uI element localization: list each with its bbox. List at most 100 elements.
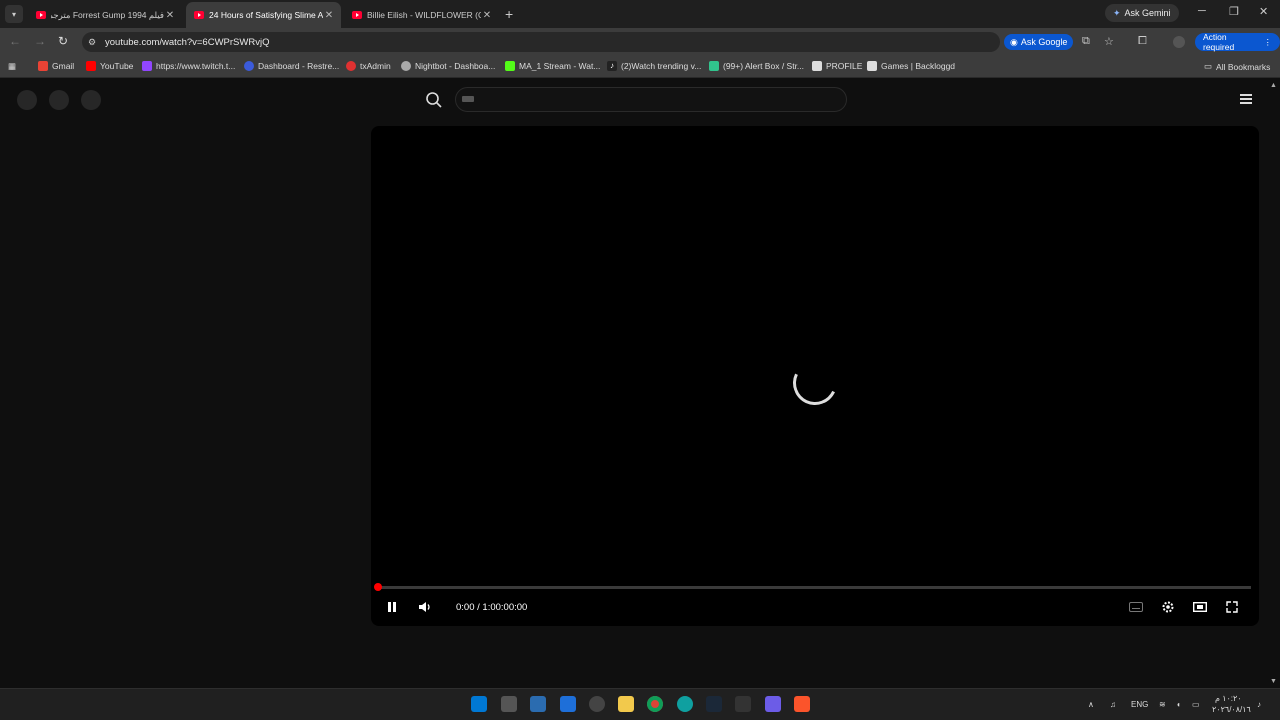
pause-button[interactable] — [384, 599, 400, 615]
bookmark-label: Games | Backloggd — [881, 61, 956, 71]
bookmark-streamlabs[interactable]: (99+) Alert Box / Str... — [709, 61, 804, 71]
ask-gemini-label: Ask Gemini — [1124, 8, 1171, 18]
bookmark-label: Gmail — [52, 61, 75, 71]
bookmarks-bar: ▦ Gmail YouTube https://www.twitch.t... … — [0, 56, 1280, 78]
theater-icon — [1193, 602, 1207, 612]
task-view-icon[interactable] — [501, 696, 517, 712]
fullscreen-button[interactable] — [1224, 599, 1240, 615]
tab-billie-eilish[interactable]: Billie Eilish - WILDFLOWER (Official ✕ — [344, 2, 499, 28]
tray-chevron-up-icon[interactable]: ∧ — [1088, 700, 1094, 709]
all-bookmarks[interactable]: ▭ All Bookmarks — [1204, 61, 1270, 72]
back-icon[interactable]: ← — [9, 34, 21, 48]
new-tab-button[interactable]: + — [505, 6, 513, 22]
pause-icon — [388, 602, 396, 612]
chrome-icon[interactable] — [647, 696, 663, 712]
wifi-icon[interactable]: ≋ — [1159, 700, 1166, 709]
youtube-favicon-icon — [194, 11, 204, 19]
minimize-icon[interactable]: ─ — [1198, 5, 1206, 17]
tab-search-button[interactable]: ▾ — [5, 5, 23, 23]
tab-forrest-gump[interactable]: فيلم Forrest Gump 1994 مترجم ✕ — [28, 2, 182, 28]
subtitles-button[interactable] — [1128, 599, 1144, 615]
search-input[interactable] — [455, 87, 847, 112]
notification-bell-icon[interactable]: ♪ — [1257, 700, 1261, 709]
reload-icon[interactable]: ↻ — [58, 34, 68, 48]
volume-icon — [419, 602, 430, 612]
time-display: 0:00 / 1:00:00:00 — [456, 602, 528, 613]
input-language[interactable]: ENG — [1131, 700, 1148, 709]
microphone-icon[interactable]: ♫ — [1110, 700, 1116, 709]
gear-icon — [1162, 601, 1174, 613]
cast-icon[interactable]: ⧉ — [1082, 35, 1090, 48]
extensions-icon[interactable]: ⧠ — [1138, 35, 1147, 48]
action-required-button[interactable]: Action required ⋮ — [1195, 32, 1280, 52]
speaker-icon[interactable]: ◖ — [1176, 700, 1181, 709]
backloggd-icon — [867, 61, 877, 71]
bookmark-label: YouTube — [100, 61, 134, 71]
gemini-sparkle-icon: ✦ — [1113, 7, 1121, 18]
apps-grid-icon[interactable]: ▦ — [8, 61, 16, 72]
brave-icon[interactable] — [794, 696, 810, 712]
settings-button[interactable] — [1160, 599, 1176, 615]
tiktok-icon: ♪ — [607, 61, 617, 71]
ask-gemini-button[interactable]: ✦ Ask Gemini — [1105, 4, 1179, 22]
s-logo-icon — [812, 61, 822, 71]
folder-icon: ▭ — [1204, 61, 1213, 71]
theater-mode-button[interactable] — [1192, 599, 1208, 615]
scrubber-handle[interactable] — [374, 583, 382, 591]
volume-button[interactable] — [417, 599, 433, 615]
vscode-icon[interactable] — [560, 696, 576, 712]
close-window-icon[interactable]: ✕ — [1259, 5, 1268, 18]
bookmark-youtube[interactable]: YouTube — [86, 61, 133, 71]
bookmark-nightbot[interactable]: Nightbot - Dashboa... — [401, 61, 495, 71]
bookmark-txadmin[interactable]: txAdmin — [346, 61, 391, 71]
scroll-up-arrow-icon[interactable]: ▲ — [1270, 82, 1277, 89]
epic-games-icon[interactable] — [735, 696, 751, 712]
action-required-label: Action required — [1203, 32, 1235, 52]
bookmark-label: PROFILE — [826, 61, 863, 71]
bookmark-twitch[interactable]: https://www.twitch.t... — [142, 61, 235, 71]
nightbot-icon — [401, 61, 411, 71]
bookmark-kick[interactable]: MA_1 Stream - Wat... — [505, 61, 600, 71]
forward-icon[interactable]: → — [34, 34, 46, 48]
controller-icon[interactable] — [765, 696, 781, 712]
ask-google-button[interactable]: ◉ Ask Google — [1004, 34, 1074, 50]
bookmark-backloggd[interactable]: Games | Backloggd — [867, 61, 955, 71]
hamburger-menu-icon[interactable] — [1240, 94, 1252, 104]
close-tab-icon[interactable]: ✕ — [481, 10, 493, 21]
bookmark-restream[interactable]: Dashboard - Restre... — [244, 61, 339, 71]
streamlabs-icon — [709, 61, 719, 71]
site-info-icon[interactable]: ⚙ — [88, 37, 96, 48]
obs-icon[interactable] — [589, 696, 605, 712]
clock-time[interactable]: ١٠:٢٠ م — [1215, 694, 1242, 703]
url-text[interactable]: youtube.com/watch?v=6CWPrSWRvjQ — [105, 37, 269, 48]
progress-bar[interactable] — [376, 586, 1251, 589]
tab-title: فيلم Forrest Gump 1994 مترجم — [51, 9, 164, 20]
subtitles-icon — [1129, 602, 1143, 612]
clock-date[interactable]: ٢٠٢٦/٠٨/١٦ — [1212, 705, 1251, 714]
search-icon[interactable] — [425, 91, 443, 109]
battery-icon[interactable]: ▭ — [1192, 700, 1200, 709]
restore-icon[interactable]: ❐ — [1229, 5, 1239, 18]
bookmark-star-icon[interactable]: ☆ — [1104, 35, 1114, 48]
close-tab-icon[interactable]: ✕ — [323, 10, 335, 21]
youtube-favicon-icon — [36, 11, 46, 19]
txadmin-icon — [346, 61, 356, 71]
tab-slime-asmr[interactable]: 24 Hours of Satisfying Slime ASMR ✕ — [186, 2, 341, 28]
bookmark-gmail[interactable]: Gmail — [38, 61, 74, 71]
store-icon[interactable] — [530, 696, 546, 712]
bookmark-profile[interactable]: PROFILE — [812, 61, 862, 71]
bookmark-label: https://www.twitch.t... — [156, 61, 236, 71]
close-tab-icon[interactable]: ✕ — [164, 10, 176, 21]
bookmark-tiktok[interactable]: ♪ (2)Watch trending v... — [607, 61, 701, 71]
tab-strip: ▾ فيلم Forrest Gump 1994 مترجم ✕ 24 Hour… — [0, 0, 1280, 28]
file-explorer-icon[interactable] — [618, 696, 634, 712]
more-vert-icon: ⋮ — [1263, 36, 1273, 47]
tab-title: 24 Hours of Satisfying Slime ASMR — [209, 10, 323, 20]
keyboard-icon[interactable] — [462, 96, 474, 102]
steam-icon[interactable] — [706, 696, 722, 712]
profile-avatar[interactable] — [1173, 36, 1185, 48]
scroll-down-arrow-icon[interactable]: ▼ — [1270, 678, 1277, 685]
placeholder-circle — [17, 90, 37, 110]
start-button-icon[interactable] — [471, 696, 487, 712]
edge-icon[interactable] — [677, 696, 693, 712]
